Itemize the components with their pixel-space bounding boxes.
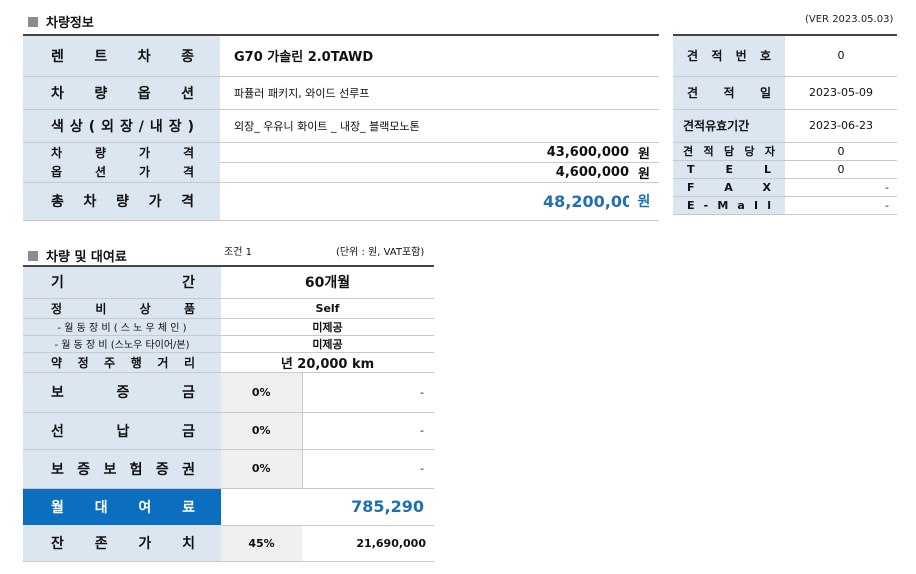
quote-date-value: 2023-05-09 [785, 76, 897, 110]
row-period: 기 간 60개월 [23, 265, 434, 299]
residual-label: 잔 존 가 치 [23, 525, 221, 562]
row-tire: - 월 동 장 비 (스노우 타이어/본) 미제공 [23, 335, 434, 353]
condition-label: 조건 1 [224, 247, 252, 258]
maintenance-label: 정 비 상 품 [23, 298, 221, 319]
option-price-value: 4,600,000 [543, 162, 629, 183]
row-option-price: 옵 션 가 격 4,600,000 원 [23, 162, 659, 183]
rental-car-value: G70 가솔린 2.0TAWD [220, 34, 659, 77]
row-manager: 견 적 담 당 자 0 [673, 142, 897, 161]
insurance-amt: - [302, 449, 434, 489]
tire-label: - 월 동 장 비 (스노우 타이어/본) [23, 335, 221, 353]
row-tel: T E L 0 [673, 160, 897, 179]
row-quote-no: 견 적 번 호 0 [673, 34, 897, 77]
row-monthly: 월 대 여 료 785,290 [23, 488, 434, 526]
chain-label: - 월 동 장 비 ( 스 노 우 체 인 ) [23, 318, 221, 336]
row-options: 차 량 옵 션 파퓰러 패키지, 와이드 선루프 [23, 76, 659, 110]
quote-no-value: 0 [785, 34, 897, 77]
email-value: - [785, 196, 897, 215]
insurance-pct: 0% [221, 449, 303, 489]
row-valid: 견적유효기간 2023-06-23 [673, 109, 897, 143]
fax-label: F A X [673, 178, 785, 197]
residual-pct: 45% [221, 525, 302, 562]
residual-amt: 21,690,000 [302, 525, 434, 562]
mileage-label: 약 정 주 행 거 리 [23, 352, 221, 373]
row-deposit: 보 증 금 0% - [23, 372, 434, 413]
period-value: 60개월 [221, 265, 434, 299]
vehicle-info-title: 차량정보 [46, 16, 94, 31]
prepay-pct: 0% [221, 412, 303, 450]
car-price-unit: 원 [629, 142, 659, 163]
unit-note: (단위 : 원, VAT포함) [336, 247, 425, 258]
valid-label: 견적유효기간 [673, 109, 785, 143]
prepay-amt: - [302, 412, 434, 450]
prepay-label: 선 납 금 [23, 412, 221, 450]
car-price-value: 43,600,000 [543, 142, 629, 163]
total-price-value: 48,200,000 [543, 182, 629, 221]
section-square-icon [28, 250, 38, 261]
tire-value: 미제공 [221, 335, 434, 353]
option-price-unit: 원 [629, 162, 659, 183]
total-price-unit: 원 [629, 182, 659, 221]
version-label: (VER 2023.05.03) [805, 14, 894, 25]
option-price-label: 옵 션 가 격 [23, 162, 220, 183]
row-fax: F A X - [673, 178, 897, 197]
options-value: 파퓰러 패키지, 와이드 선루프 [220, 76, 659, 110]
manager-value: 0 [785, 142, 897, 161]
row-quote-date: 견 적 일 2023-05-09 [673, 76, 897, 110]
row-color: 색 상 ( 외 장 / 내 장 ) 외장_ 우유니 화이트 _ 내장_ 블랙모노… [23, 109, 659, 143]
insurance-label: 보 증 보 험 증 권 [23, 449, 221, 489]
tel-label: T E L [673, 160, 785, 179]
monthly-label: 월 대 여 료 [23, 488, 221, 525]
rental-title: 차량 및 대여료 [46, 250, 127, 265]
quote-no-label: 견 적 번 호 [673, 34, 785, 77]
email-label: E - M a I l [673, 196, 785, 215]
quote-date-label: 견 적 일 [673, 76, 785, 110]
color-label: 색 상 ( 외 장 / 내 장 ) [23, 109, 220, 143]
monthly-value: 785,290 [221, 488, 434, 526]
section-square-icon [28, 16, 38, 27]
color-value: 외장_ 우유니 화이트 _ 내장_ 블랙모노톤 [220, 109, 659, 143]
valid-value: 2023-06-23 [785, 109, 897, 143]
deposit-label: 보 증 금 [23, 372, 221, 413]
total-price-label: 총 차 량 가 격 [23, 182, 220, 221]
rental-car-label: 렌 트 차 종 [23, 34, 220, 77]
rental-header: 차량 및 대여료 [28, 246, 127, 265]
row-rental-car: 렌 트 차 종 G70 가솔린 2.0TAWD [23, 34, 659, 77]
fax-value: - [785, 178, 897, 197]
options-label: 차 량 옵 션 [23, 76, 220, 110]
rental-table: 기 간 60개월 정 비 상 품 Self - 월 동 장 비 ( 스 노 우 … [23, 265, 434, 562]
row-email: E - M a I l - [673, 196, 897, 215]
row-prepay: 선 납 금 0% - [23, 412, 434, 450]
chain-value: 미제공 [221, 318, 434, 336]
tel-value: 0 [785, 160, 897, 179]
manager-label: 견 적 담 당 자 [673, 142, 785, 161]
row-maintenance: 정 비 상 품 Self [23, 298, 434, 319]
car-price-label: 차 량 가 격 [23, 142, 220, 162]
deposit-amt: - [302, 372, 434, 413]
vehicle-info-table: 렌 트 차 종 G70 가솔린 2.0TAWD 차 량 옵 션 파퓰러 패키지,… [23, 34, 659, 221]
row-car-price: 차 량 가 격 43,600,000 원 [23, 142, 659, 163]
deposit-pct: 0% [221, 372, 303, 413]
mileage-value: 년 20,000 km [221, 352, 434, 373]
quote-info-table: 견 적 번 호 0 견 적 일 2023-05-09 견적유효기간 2023-0… [673, 34, 897, 215]
period-label: 기 간 [23, 265, 221, 299]
row-insurance: 보 증 보 험 증 권 0% - [23, 449, 434, 489]
vehicle-info-header: 차량정보 [28, 12, 94, 31]
row-total-price: 총 차 량 가 격 48,200,000 원 [23, 182, 659, 221]
maintenance-value: Self [221, 298, 434, 319]
row-chain: - 월 동 장 비 ( 스 노 우 체 인 ) 미제공 [23, 318, 434, 336]
row-mileage: 약 정 주 행 거 리 년 20,000 km [23, 352, 434, 373]
row-residual: 잔 존 가 치 45% 21,690,000 [23, 525, 434, 562]
